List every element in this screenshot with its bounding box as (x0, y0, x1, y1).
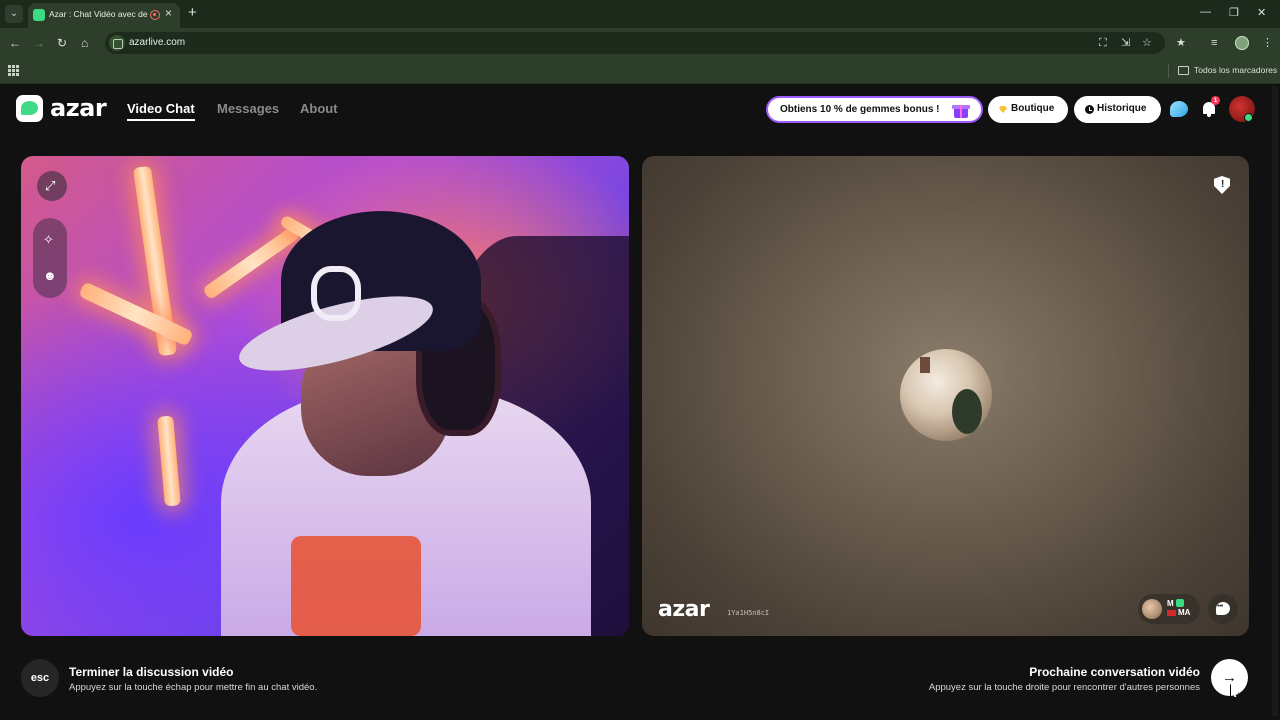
gem-icon (999, 106, 1007, 113)
gem-bonus-promo-button[interactable]: Obtiens 10 % de gemmes bonus ! (766, 96, 983, 123)
country-flag-icon (1167, 610, 1176, 616)
recording-icon (150, 10, 160, 20)
magic-wand-icon[interactable]: ✧ (43, 233, 54, 247)
watermark-id: 1Ya1H5n8cI (727, 609, 770, 617)
browser-toolbar: ← → ↻ ⌂ azarlive.com ⛶ ⇲ ☆ ★ ≡ ⋮ (0, 28, 1280, 58)
bookmarks-divider (1168, 64, 1169, 78)
cap-logo (311, 266, 361, 321)
end-chat-description: Appuyez sur la touche échap pour mettre … (69, 682, 318, 693)
new-tab-button[interactable]: + (188, 5, 197, 21)
peer-country: MA (1178, 608, 1191, 617)
back-arrow-icon[interactable]: ← (9, 36, 21, 50)
neon-light-bar (157, 415, 181, 507)
notification-badge: 1 (1211, 96, 1220, 105)
peer-preview-circle (900, 349, 992, 441)
verified-icon (1176, 599, 1184, 607)
azar-logo-icon[interactable] (16, 95, 43, 122)
esc-end-button[interactable]: esc (21, 659, 59, 697)
nav-messages[interactable]: Messages (217, 101, 279, 116)
effects-toolbar: ✧ ☻ (33, 218, 67, 298)
history-label: Historique (1097, 103, 1147, 114)
tab-search-button[interactable]: ⌄ (5, 5, 23, 23)
neon-light-bar (78, 281, 194, 347)
peer-avatar (1142, 599, 1162, 619)
reload-icon[interactable]: ↻ (57, 36, 67, 50)
url-text: azarlive.com (129, 37, 186, 48)
shop-button[interactable]: Boutique (988, 96, 1068, 123)
gift-icon (952, 102, 970, 118)
promo-text: Obtiens 10 % de gemmes bonus ! (780, 104, 940, 115)
more-menu-icon[interactable]: ⋮ (1262, 37, 1273, 49)
nav-about[interactable]: About (300, 101, 338, 116)
forward-arrow-icon[interactable]: → (33, 36, 45, 50)
shop-label: Boutique (1011, 103, 1055, 114)
folder-icon (1178, 66, 1189, 75)
azar-logo-text[interactable]: azar (50, 94, 107, 122)
expand-icon: ⤢ (45, 178, 56, 193)
bookmarks-bar: Todos los marcadores (0, 58, 1280, 84)
nav-video-chat[interactable]: Video Chat (127, 101, 195, 116)
browser-profile-avatar[interactable] (1235, 36, 1249, 50)
restore-window-icon[interactable]: ❐ (1229, 6, 1239, 19)
browser-tab[interactable]: Azar : Chat Vidéo avec de n × (28, 3, 180, 28)
install-app-icon[interactable]: ⇲ (1121, 37, 1130, 49)
message-icon (1216, 602, 1230, 615)
history-button[interactable]: Historique (1074, 96, 1161, 123)
remote-video-panel: ! azar 1Ya1H5n8cI M MA (642, 156, 1249, 636)
azar-favicon-icon (33, 9, 45, 21)
close-window-icon[interactable]: ✕ (1257, 6, 1266, 19)
online-status-badge (1244, 113, 1253, 122)
tab-title: Azar : Chat Vidéo avec de n (49, 9, 149, 19)
message-button[interactable] (1208, 594, 1238, 624)
address-bar[interactable]: azarlive.com (105, 32, 1165, 54)
apps-grid-icon[interactable] (8, 65, 19, 76)
local-video-panel: ⤢ ✧ ☻ (21, 156, 629, 636)
tab-close-icon[interactable]: × (165, 6, 172, 20)
site-info-icon[interactable] (109, 35, 125, 51)
peer-gender: M (1167, 599, 1174, 608)
expand-button[interactable]: ⤢ (37, 171, 67, 201)
bookmark-star-icon[interactable]: ☆ (1142, 37, 1152, 49)
wall-picture (920, 357, 930, 373)
sticker-icon[interactable]: ☻ (43, 269, 57, 283)
chat-bubble-icon[interactable] (1170, 101, 1188, 117)
plant (952, 389, 982, 434)
page-scrollbar[interactable] (1272, 86, 1278, 716)
extensions-star-icon[interactable]: ★ (1176, 37, 1186, 49)
report-exclamation: ! (1221, 179, 1225, 190)
shirt-print (291, 536, 421, 636)
minimize-window-icon[interactable]: — (1200, 6, 1211, 18)
next-chat-button[interactable]: → (1211, 659, 1248, 696)
next-chat-description: Appuyez sur la touche droite pour rencon… (928, 682, 1200, 693)
azar-watermark: azar (658, 597, 710, 622)
browser-tabstrip: ⌄ Azar : Chat Vidéo avec de n × + — ❐ ✕ (0, 0, 1280, 28)
translate-icon[interactable]: ⛶ (1099, 37, 1107, 49)
next-chat-title: Prochaine conversation vidéo (1029, 665, 1200, 679)
active-nav-indicator (127, 119, 195, 121)
peer-info-chip[interactable]: M MA (1138, 594, 1200, 624)
end-chat-title: Terminer la discussion vidéo (69, 665, 234, 679)
all-bookmarks-link[interactable]: Todos los marcadores (1194, 65, 1277, 75)
media-controls-icon[interactable]: ≡ (1211, 37, 1217, 49)
home-icon[interactable]: ⌂ (81, 36, 88, 50)
clock-icon (1085, 105, 1094, 114)
